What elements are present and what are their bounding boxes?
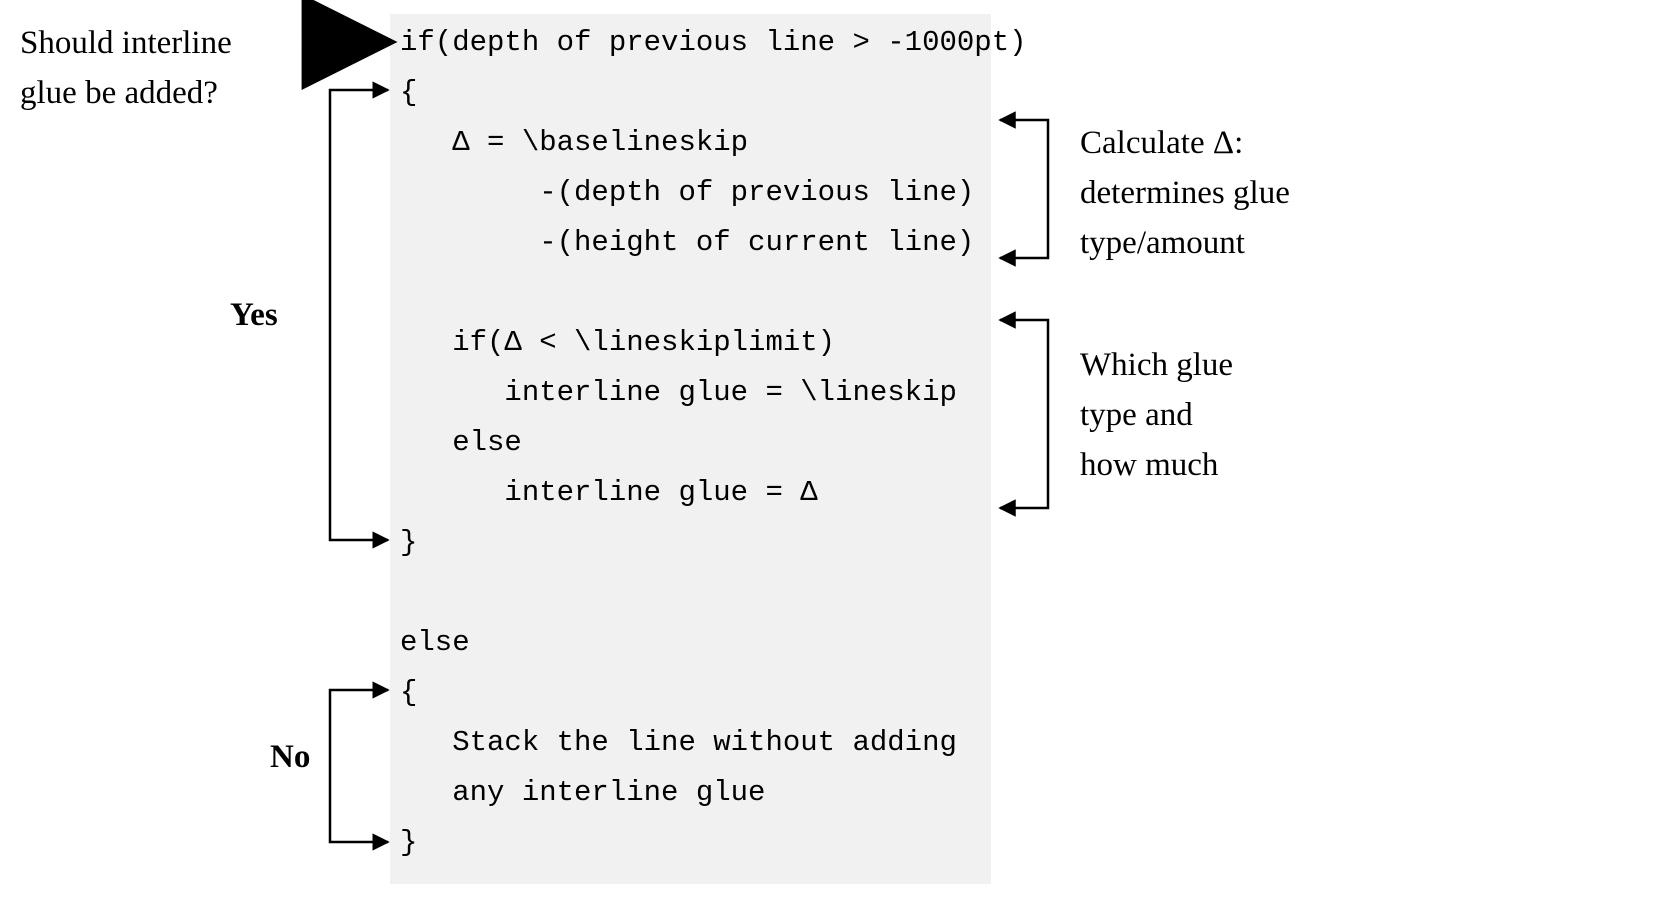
code-line-10: interline glue = Δ bbox=[400, 468, 818, 518]
annotation-calculate-1: Calculate Δ: bbox=[1080, 118, 1243, 168]
code-line-11: } bbox=[400, 518, 417, 568]
annotation-yes: Yes bbox=[230, 290, 278, 340]
code-line-2: { bbox=[400, 68, 417, 118]
code-line-3: Δ = \baselineskip bbox=[400, 118, 748, 168]
code-line-17: } bbox=[400, 818, 417, 868]
bracket-calculate-delta bbox=[1000, 120, 1048, 258]
annotation-calculate-2: determines glue bbox=[1080, 168, 1290, 218]
code-line-9: else bbox=[400, 418, 522, 468]
annotation-no: No bbox=[270, 732, 310, 782]
code-line-8: interline glue = \lineskip bbox=[400, 368, 957, 418]
code-line-4: -(depth of previous line) bbox=[400, 168, 974, 218]
code-line-16: any interline glue bbox=[400, 768, 765, 818]
bracket-which-glue bbox=[1000, 320, 1048, 508]
annotation-calculate-3: type/amount bbox=[1080, 218, 1245, 268]
code-line-14: { bbox=[400, 668, 417, 718]
bracket-yes bbox=[330, 90, 388, 540]
code-line-1: if(depth of previous line > -1000pt) bbox=[400, 18, 1027, 68]
annotation-which-1: Which glue bbox=[1080, 340, 1233, 390]
annotation-which-2: type and bbox=[1080, 390, 1193, 440]
code-line-5: -(height of current line) bbox=[400, 218, 974, 268]
code-line-7: if(Δ < \lineskiplimit) bbox=[400, 318, 835, 368]
annotation-which-3: how much bbox=[1080, 440, 1218, 490]
code-line-15: Stack the line without adding bbox=[400, 718, 957, 768]
annotation-question-line2: glue be added? bbox=[20, 68, 218, 118]
diagram-stage: if(depth of previous line > -1000pt) { Δ… bbox=[0, 0, 1664, 903]
code-line-13: else bbox=[400, 618, 470, 668]
bracket-no bbox=[330, 690, 388, 842]
annotation-question-line1: Should interline bbox=[20, 18, 232, 68]
